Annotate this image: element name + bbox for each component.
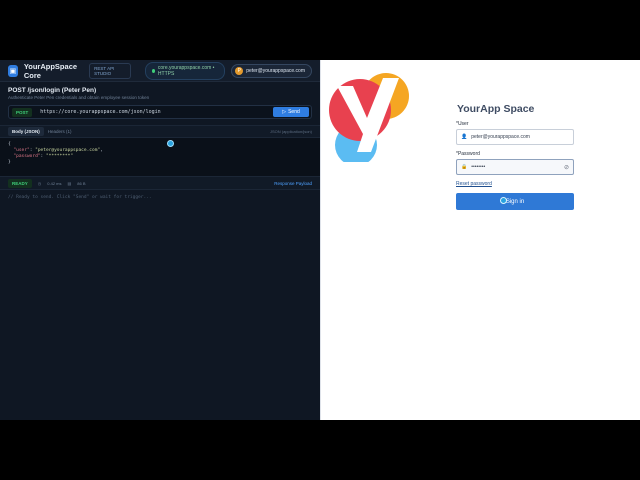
request-header: POST /json/login (Peter Pen) Authenticat…: [0, 82, 320, 100]
brand-logo-icon: [329, 73, 409, 162]
sign-in-button[interactable]: Sign in: [456, 193, 574, 210]
user-email: peter@yourappspace.com: [246, 67, 305, 74]
login-page-panel: YourApp Space *User 👤 peter@yourappspace…: [320, 60, 640, 420]
host-chip[interactable]: core.yourappspace.com • HTTPS: [144, 61, 226, 80]
request-body-editor[interactable]: { "user": "peter@yourappspace.com", "pas…: [0, 138, 320, 176]
password-field-value: ••••••••: [471, 164, 486, 170]
response-time: 0.42 ms: [47, 180, 62, 186]
status-badge: READY: [8, 178, 32, 188]
status-bar: READY ◷ 0.42 ms ▤ 86 B Response Payload: [0, 176, 320, 190]
user-key: "user": [13, 148, 30, 153]
password-value: "********": [45, 154, 74, 159]
response-payload-label[interactable]: Response Payload: [274, 181, 312, 186]
content-type-label: JSON (application/json): [269, 129, 312, 134]
send-label: Send: [288, 109, 300, 115]
login-title: YourApp Space: [457, 103, 535, 115]
host-label: core.yourappspace.com • HTTPS: [157, 64, 215, 77]
app-logo-icon: ▣: [8, 64, 18, 77]
status-dot-icon: [151, 68, 155, 73]
tab-body-json[interactable]: Body (JSON): [8, 127, 44, 136]
send-button[interactable]: ▷ Send: [273, 107, 309, 117]
studio-badge: REST API STUDIO: [89, 62, 131, 79]
login-form: YourApp Space *User 👤 peter@yourappspace…: [456, 103, 574, 210]
request-subtitle: Authenticate Peter Pen credentials and o…: [8, 95, 150, 100]
method-badge[interactable]: POST: [12, 107, 33, 117]
lock-icon: 🔒: [461, 164, 468, 170]
response-output: // Ready to send. Click "Send" or wait f…: [8, 195, 152, 200]
pointer-cursor-icon: [167, 140, 174, 147]
user-label: *User: [456, 121, 469, 127]
password-label: *Password: [456, 151, 480, 157]
password-key: "password": [13, 154, 41, 159]
brace-open: {: [8, 142, 11, 147]
clock-icon: ◷: [37, 180, 42, 186]
request-title: POST /json/login (Peter Pen): [8, 87, 97, 94]
size-icon: ▤: [67, 180, 72, 186]
body-tabs: Body (JSON) Headers (1) JSON (applicatio…: [0, 125, 320, 138]
url-input[interactable]: https://core.yourappspace.com/json/login: [40, 109, 273, 115]
send-icon: ▷: [282, 109, 287, 115]
user-value: "peter@yourappspace.com": [35, 148, 101, 153]
brace-close: }: [8, 160, 11, 165]
top-bar: ▣ YourAppSpace Core REST API STUDIO core…: [0, 60, 320, 82]
pointer-cursor-icon: [500, 197, 507, 204]
password-field[interactable]: 🔒 •••••••• ⊘: [456, 159, 574, 175]
user-chip[interactable]: P peter@yourappspace.com: [231, 63, 312, 78]
reset-password-link[interactable]: Reset password: [456, 181, 574, 187]
screen: ▣ YourAppSpace Core REST API STUDIO core…: [0, 60, 640, 420]
user-field-value: peter@yourappspace.com: [471, 134, 530, 140]
api-studio-panel: ▣ YourAppSpace Core REST API STUDIO core…: [0, 60, 320, 420]
eye-off-icon[interactable]: ⊘: [564, 164, 569, 171]
response-size: 86 B: [77, 180, 86, 186]
avatar: P: [235, 66, 244, 75]
app-title: YourAppSpace Core: [23, 61, 78, 80]
tab-headers[interactable]: Headers (1): [44, 127, 76, 136]
url-bar: POST https://core.yourappspace.com/json/…: [8, 105, 312, 119]
user-icon: 👤: [461, 134, 468, 140]
user-field[interactable]: 👤 peter@yourappspace.com: [456, 129, 574, 145]
